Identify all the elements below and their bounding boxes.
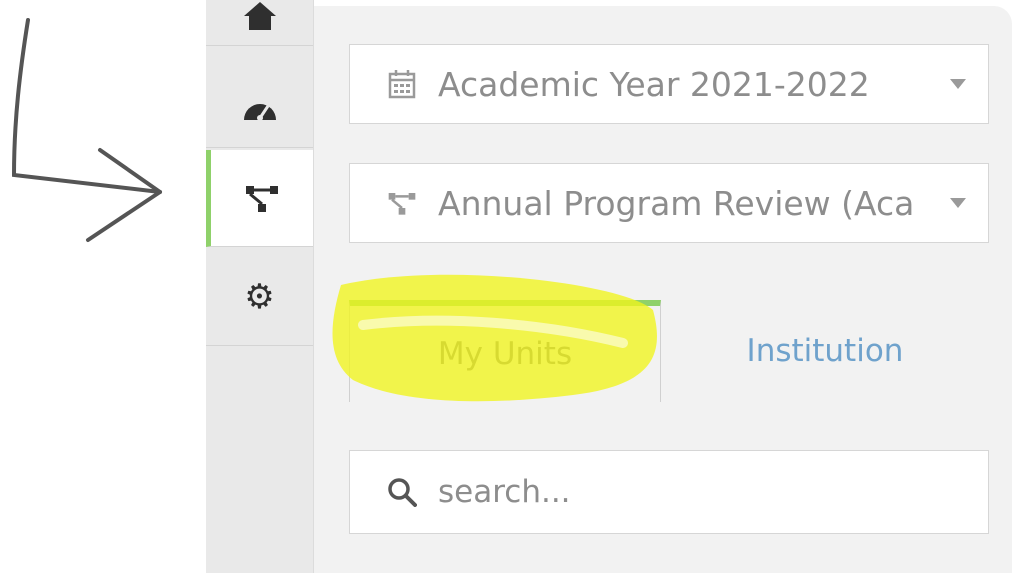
gear-icon: ⚙ — [244, 276, 275, 317]
dashboard-icon — [243, 103, 276, 121]
chevron-down-icon — [938, 79, 978, 89]
hierarchy-icon — [246, 186, 278, 212]
hierarchy-icon — [372, 189, 432, 217]
tab-institution[interactable]: Institution — [661, 300, 989, 402]
rail-hierarchy[interactable] — [206, 150, 313, 247]
academic-year-select[interactable]: Academic Year 2021-2022 — [349, 44, 989, 124]
home-icon — [243, 2, 276, 30]
tab-my-units[interactable]: My Units — [349, 300, 661, 402]
tab-institution-label: Institution — [746, 333, 904, 369]
academic-year-value: Academic Year 2021-2022 — [438, 64, 870, 104]
review-select[interactable]: Annual Program Review (Aca — [349, 163, 989, 243]
search-box[interactable] — [349, 450, 989, 534]
search-icon — [372, 477, 432, 507]
icon-rail: ⚙ — [206, 0, 314, 573]
rail-home[interactable] — [206, 0, 313, 46]
rail-dashboard[interactable] — [206, 68, 313, 148]
annotation-arrow — [11, 18, 162, 242]
review-value: Annual Program Review (Aca — [438, 183, 915, 223]
calendar-icon — [372, 69, 432, 99]
chevron-down-icon — [938, 198, 978, 208]
tab-my-units-label: My Units — [437, 336, 573, 372]
unit-tabs: My Units Institution — [349, 300, 989, 402]
rail-settings[interactable]: ⚙ — [206, 248, 313, 346]
search-input[interactable] — [432, 473, 960, 511]
